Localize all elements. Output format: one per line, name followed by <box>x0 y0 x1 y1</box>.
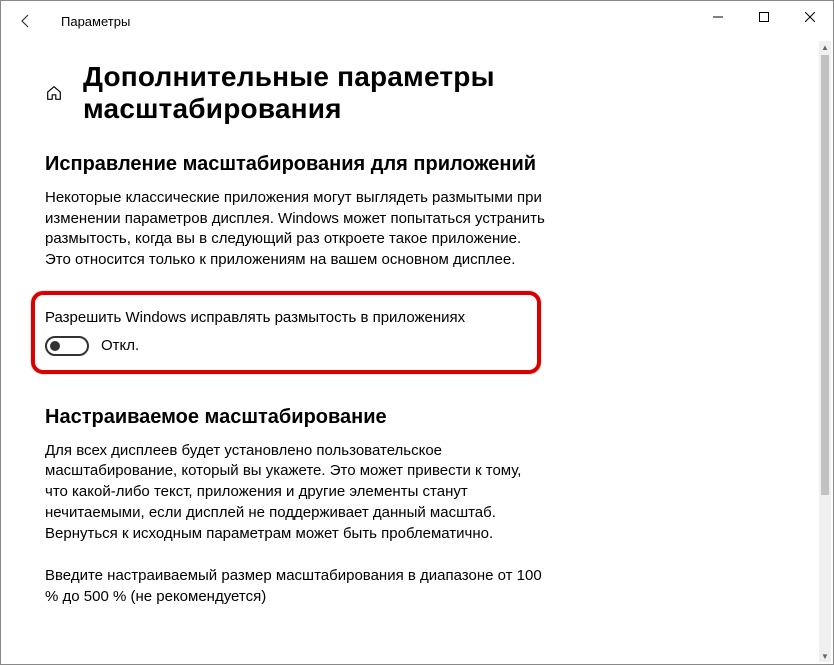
scroll-thumb[interactable] <box>821 55 829 495</box>
window-title: Параметры <box>61 14 130 29</box>
close-button[interactable] <box>787 1 833 33</box>
toggle-label-fix-blur: Разрешить Windows исправлять размытость … <box>45 309 497 326</box>
highlight-box: Разрешить Windows исправлять размытость … <box>31 291 541 374</box>
vertical-scrollbar[interactable]: ▲ ▼ <box>819 41 831 662</box>
section-heading-fix-scaling: Исправление масштабирования для приложен… <box>45 153 601 176</box>
custom-scaling-input-hint: Введите настраиваемый размер масштабиров… <box>45 566 545 607</box>
custom-scaling-description: Для всех дисплеев будет установлено поль… <box>45 441 545 544</box>
scroll-up-arrow-icon[interactable]: ▲ <box>819 41 831 53</box>
page-title: Дополнительные параметры масштабирования <box>83 61 601 125</box>
toggle-knob <box>50 341 60 351</box>
content-area: Дополнительные параметры масштабирования… <box>1 41 641 664</box>
fix-scaling-description: Некоторые классические приложения могут … <box>45 188 545 271</box>
home-icon[interactable] <box>45 83 63 103</box>
section-heading-custom-scaling: Настраиваемое масштабирование <box>45 406 601 429</box>
maximize-button[interactable] <box>741 1 787 33</box>
toggle-state-text: Откл. <box>101 337 139 354</box>
scroll-down-arrow-icon[interactable]: ▼ <box>819 650 831 662</box>
toggle-fix-blur[interactable] <box>45 336 89 356</box>
back-button[interactable] <box>11 6 41 36</box>
minimize-button[interactable] <box>695 1 741 33</box>
